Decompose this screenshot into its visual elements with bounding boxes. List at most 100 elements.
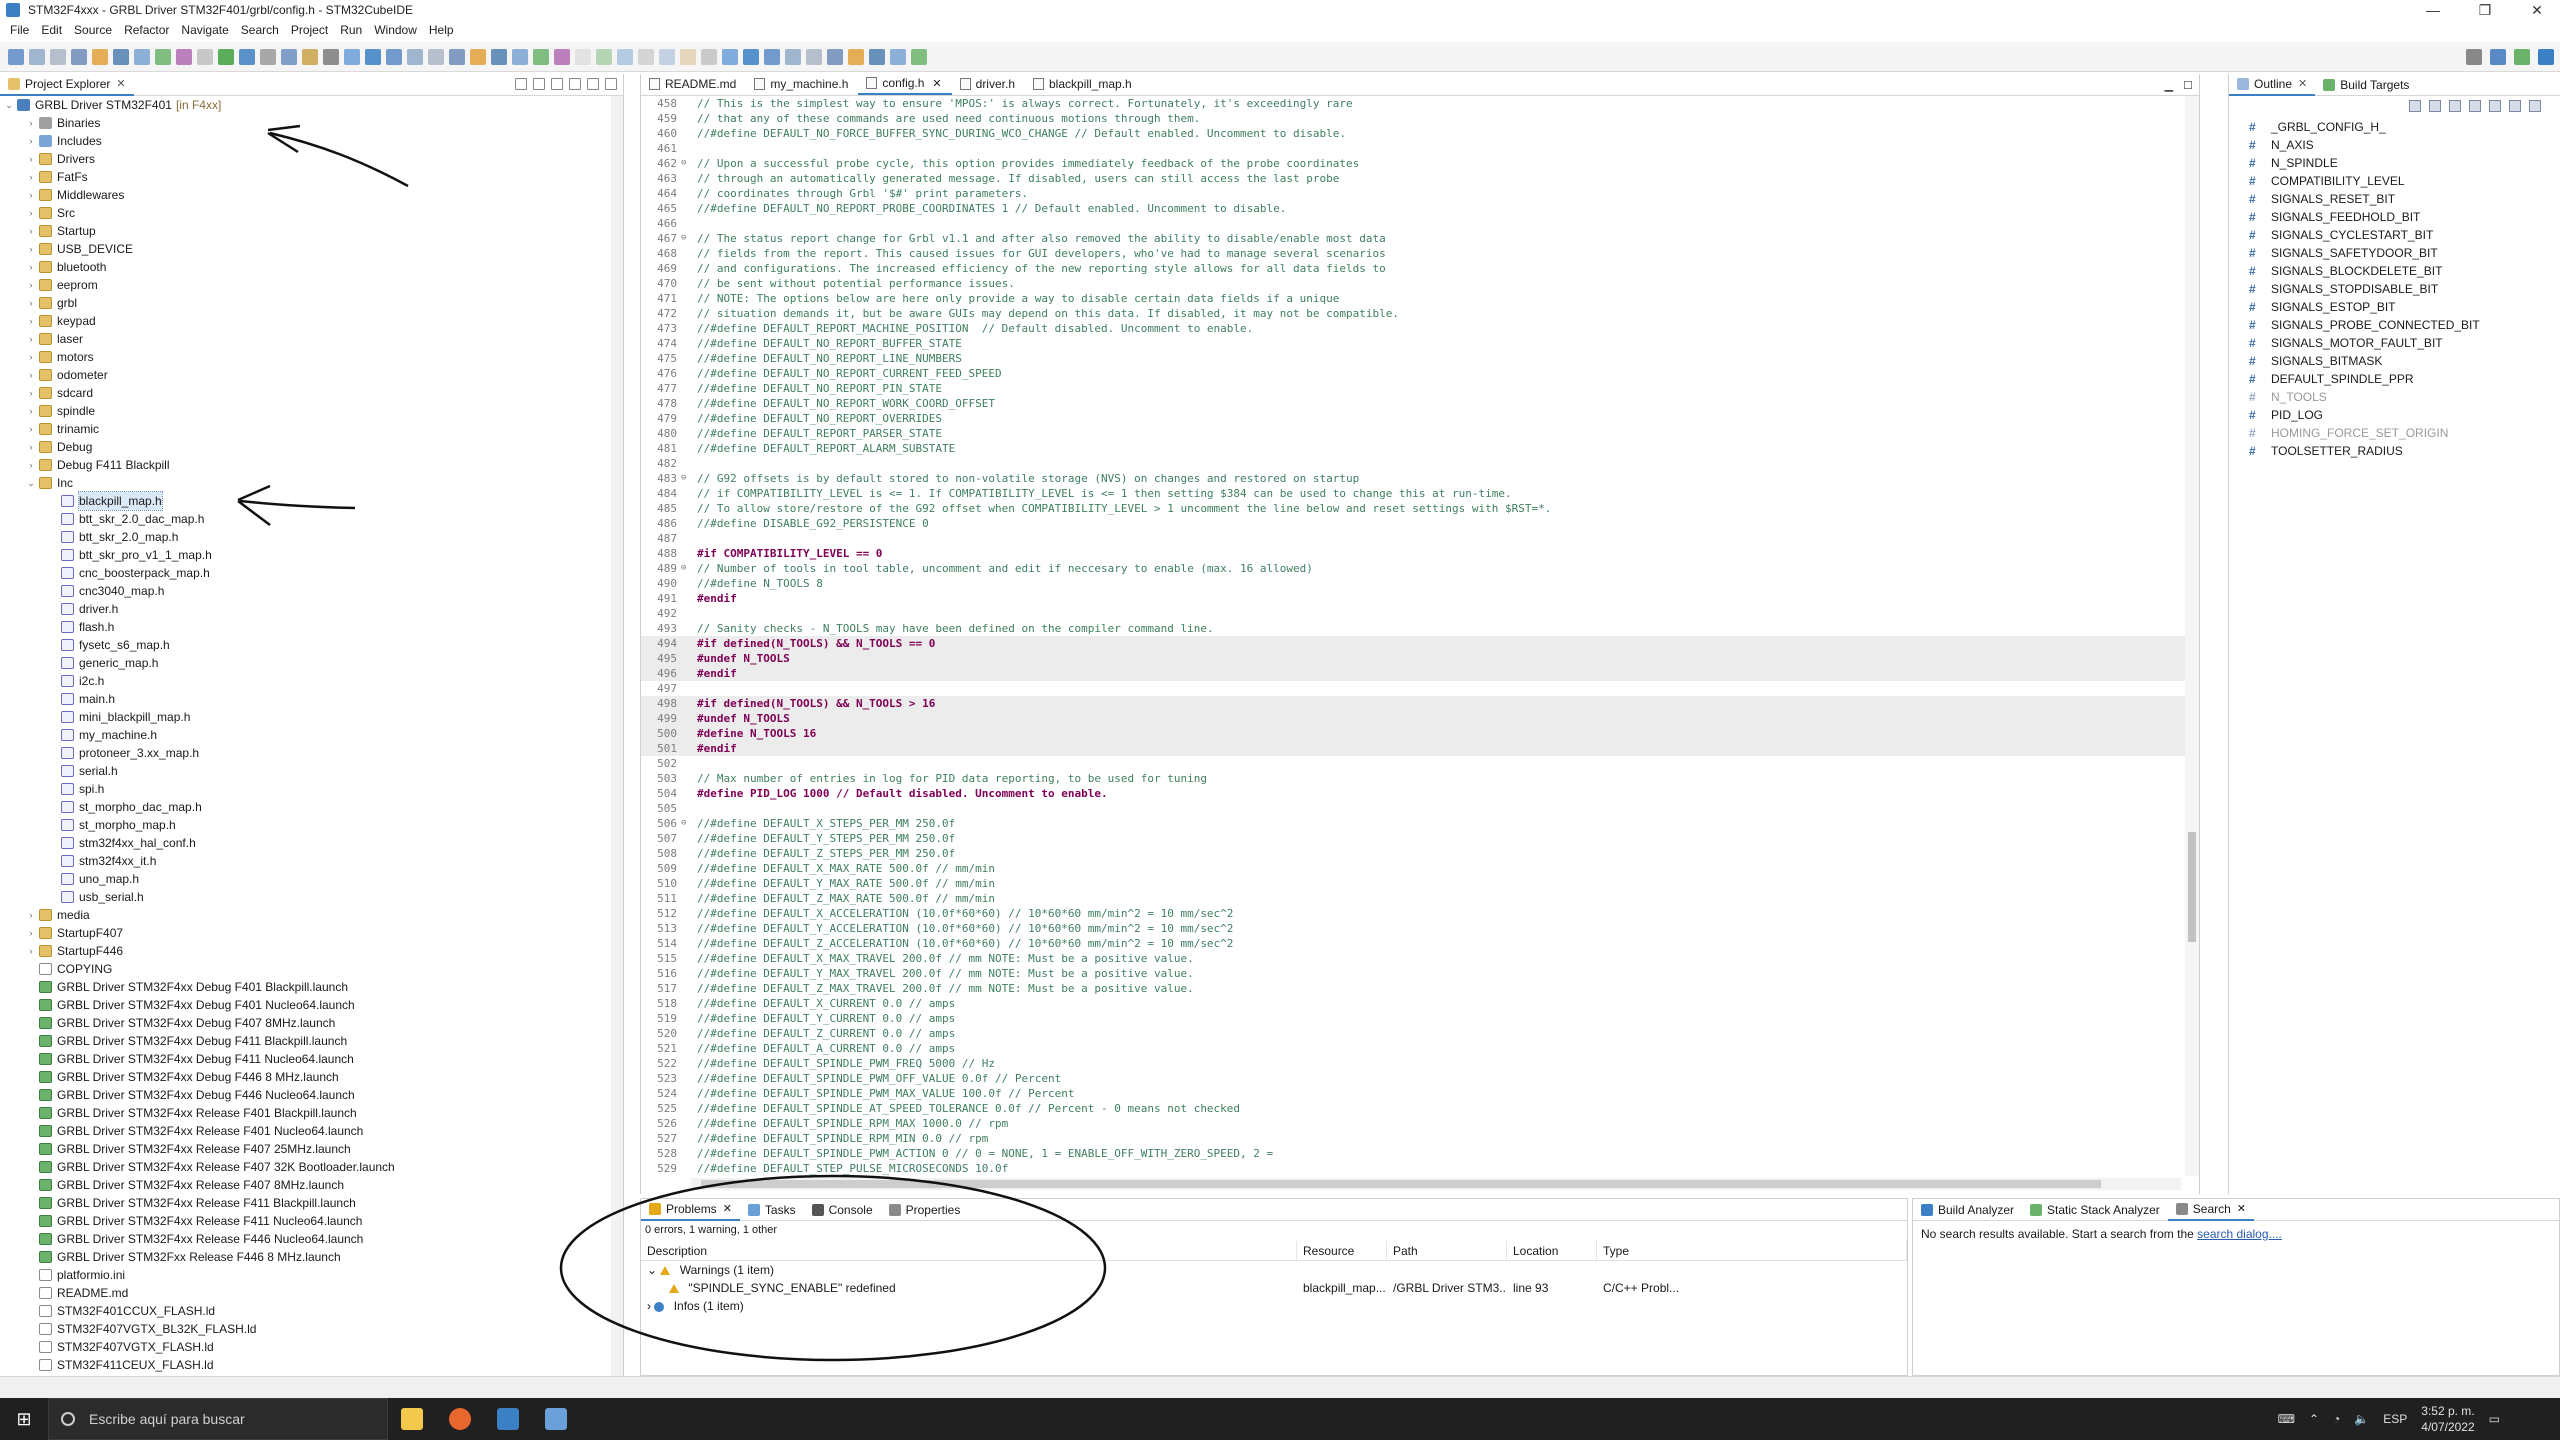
tree-folder[interactable]: › odometer — [0, 366, 612, 384]
tree-file[interactable]: › Binaries — [0, 114, 612, 132]
column-header-resource[interactable]: Resource — [1297, 1241, 1387, 1260]
info-icon[interactable] — [344, 49, 360, 65]
run-icon[interactable] — [134, 49, 150, 65]
tree-folder[interactable]: › spindle — [0, 402, 612, 420]
tree-file[interactable]: STM32F401CCUX_FLASH.ld — [0, 1302, 612, 1320]
code-line[interactable]: 510 //#define DEFAULT_Y_MAX_RATE 500.0f /… — [641, 876, 2185, 891]
code-line[interactable]: 528 //#define DEFAULT_SPINDLE_PWM_ACTION … — [641, 1146, 2185, 1161]
tree-folder[interactable]: › media — [0, 906, 612, 924]
fold-toggle-icon[interactable]: ⊖ — [681, 471, 689, 486]
tree-file[interactable]: i2c.h — [0, 672, 612, 690]
filter-icon[interactable] — [551, 78, 563, 90]
stop-icon[interactable] — [197, 49, 213, 65]
tree-folder[interactable]: › Startup — [0, 222, 612, 240]
tree-file[interactable]: GRBL Driver STM32F4xx Release F407 8MHz.… — [0, 1176, 612, 1194]
minimize-editor-icon[interactable]: ▁ — [2165, 79, 2173, 92]
code-line[interactable]: 492 — [641, 606, 2185, 621]
expand-toggle-icon[interactable]: › — [26, 906, 36, 924]
tree-folder[interactable]: › trinamic — [0, 420, 612, 438]
clock[interactable]: 3:52 p. m. 4/07/2022 — [2421, 1403, 2474, 1435]
other-app[interactable] — [532, 1398, 580, 1440]
code-line[interactable]: 508 //#define DEFAULT_Z_STEPS_PER_MM 250.… — [641, 846, 2185, 861]
menu-run[interactable]: Run — [334, 23, 368, 37]
outline-item[interactable]: # N_AXIS — [2249, 136, 2480, 154]
tab-project-explorer[interactable]: Project Explorer ✕ — [0, 74, 134, 96]
menu-refactor[interactable]: Refactor — [118, 23, 175, 37]
code-editor[interactable]: 458 // This is the simplest way to ensure… — [641, 96, 2185, 1176]
code-line[interactable]: 499 #undef N_TOOLS — [641, 711, 2185, 726]
expand-toggle-icon[interactable]: › — [26, 222, 36, 240]
pin-icon[interactable] — [680, 49, 696, 65]
tab-build-targets[interactable]: Build Targets — [2315, 74, 2417, 96]
outline-item[interactable]: # DEFAULT_SPINDLE_PPR — [2249, 370, 2480, 388]
close-icon[interactable]: ✕ — [932, 77, 941, 90]
perspective-icon[interactable] — [365, 49, 381, 65]
expand-toggle-icon[interactable]: › — [26, 312, 36, 330]
outline-item[interactable]: # PID_LOG — [2249, 406, 2480, 424]
code-line[interactable]: 486 //#define DISABLE_G92_PERSISTENCE 0 — [641, 516, 2185, 531]
tree-file[interactable]: usb_serial.h — [0, 888, 612, 906]
code-line[interactable]: 474 //#define DEFAULT_NO_REPORT_BUFFER_ST… — [641, 336, 2185, 351]
profile-icon[interactable] — [176, 49, 192, 65]
tab-build-analyzer[interactable]: Build Analyzer — [1913, 1199, 2022, 1221]
code-line[interactable]: 483 ⊖ // G92 offsets is by default stored … — [641, 471, 2185, 486]
new-icon[interactable] — [764, 49, 780, 65]
outline-item[interactable]: # SIGNALS_PROBE_CONNECTED_BIT — [2249, 316, 2480, 334]
code-line[interactable]: 507 //#define DEFAULT_Y_STEPS_PER_MM 250.… — [641, 831, 2185, 846]
print-icon[interactable] — [71, 49, 87, 65]
search-dialog-link[interactable]: search dialog.... — [2197, 1227, 2282, 1241]
expand-toggle-icon[interactable]: › — [26, 924, 36, 942]
build-icon[interactable] — [848, 49, 864, 65]
debug-icon[interactable] — [869, 49, 885, 65]
code-line[interactable]: 468 // fields from the report. This cause… — [641, 246, 2185, 261]
code-line[interactable]: 517 //#define DEFAULT_Z_MAX_TRAVEL 200.0f… — [641, 981, 2185, 996]
editor-horizontal-scrollbar[interactable] — [691, 1178, 2181, 1190]
expand-toggle-icon[interactable]: › — [647, 1299, 654, 1313]
save-icon[interactable] — [29, 49, 45, 65]
code-line[interactable]: 485 // To allow store/restore of the G92 … — [641, 501, 2185, 516]
tree-file[interactable]: GRBL Driver STM32F4xx Release F401 Black… — [0, 1104, 612, 1122]
code-line[interactable]: 477 //#define DEFAULT_NO_REPORT_PIN_STATE — [641, 381, 2185, 396]
editor-vertical-scrollbar[interactable] — [2185, 96, 2199, 1176]
code-line[interactable]: 463 // through an automatically generated… — [641, 171, 2185, 186]
tab-tasks[interactable]: Tasks — [740, 1199, 804, 1221]
chevron-up-icon[interactable]: ⌃ — [2309, 1412, 2319, 1426]
column-header-path[interactable]: Path — [1387, 1241, 1507, 1260]
tab-search[interactable]: Search ✕ — [2167, 1199, 2255, 1221]
expand-toggle-icon[interactable]: › — [26, 168, 36, 186]
tree-file[interactable]: blackpill_map.h — [0, 491, 612, 511]
outline-item[interactable]: # SIGNALS_FEEDHOLD_BIT — [2249, 208, 2480, 226]
network-icon[interactable]: ◔ — [2333, 1412, 2340, 1426]
code-line[interactable]: 467 ⊖ // The status report change for Grbl… — [641, 231, 2185, 246]
build-icon[interactable] — [470, 49, 486, 65]
next-icon[interactable] — [596, 49, 612, 65]
hide-fields-icon[interactable] — [2429, 100, 2441, 112]
tree-file[interactable]: GRBL Driver STM32F4xx Debug F407 8MHz.la… — [0, 1014, 612, 1032]
tree-file[interactable]: mini_blackpill_map.h — [0, 708, 612, 726]
code-line[interactable]: 504 #define PID_LOG 1000 // Default disab… — [641, 786, 2185, 801]
hide-static-icon[interactable] — [2449, 100, 2461, 112]
tree-file[interactable]: GRBL Driver STM32F4xx Release F401 Nucle… — [0, 1122, 612, 1140]
sort-icon[interactable] — [2409, 100, 2421, 112]
close-icon[interactable]: ✕ — [2298, 77, 2307, 90]
tree-file[interactable]: serial.h — [0, 762, 612, 780]
link-editor-icon[interactable] — [2529, 100, 2541, 112]
firefox-app[interactable] — [436, 1398, 484, 1440]
outline-item[interactable]: # _GRBL_CONFIG_H_ — [2249, 118, 2480, 136]
tree-file[interactable]: main.h — [0, 690, 612, 708]
volume-icon[interactable]: 🔈 — [2354, 1412, 2369, 1426]
tab-editor-file[interactable]: blackpill_map.h — [1025, 73, 1142, 95]
tree-folder[interactable]: › StartupF407 — [0, 924, 612, 942]
tab-problems[interactable]: Problems ✕ — [641, 1199, 740, 1221]
tree-file[interactable]: btt_skr_pro_v1_1_map.h — [0, 546, 612, 564]
print-icon[interactable] — [827, 49, 843, 65]
code-line[interactable]: 489 ⊖ // Number of tools in tool table, un… — [641, 561, 2185, 576]
outline-item[interactable]: # N_SPINDLE — [2249, 154, 2480, 172]
save-icon[interactable] — [785, 49, 801, 65]
tree-file[interactable]: GRBL Driver STM32F4xx Release F411 Black… — [0, 1194, 612, 1212]
tree-file[interactable]: generic_map.h — [0, 654, 612, 672]
minimize-view-icon[interactable] — [587, 78, 599, 90]
code-line[interactable]: 512 //#define DEFAULT_X_ACCELERATION (10.… — [641, 906, 2185, 921]
code-line[interactable]: 473 //#define DEFAULT_REPORT_MACHINE_POSI… — [641, 321, 2185, 336]
code-line[interactable]: 458 // This is the simplest way to ensure… — [641, 96, 2185, 111]
